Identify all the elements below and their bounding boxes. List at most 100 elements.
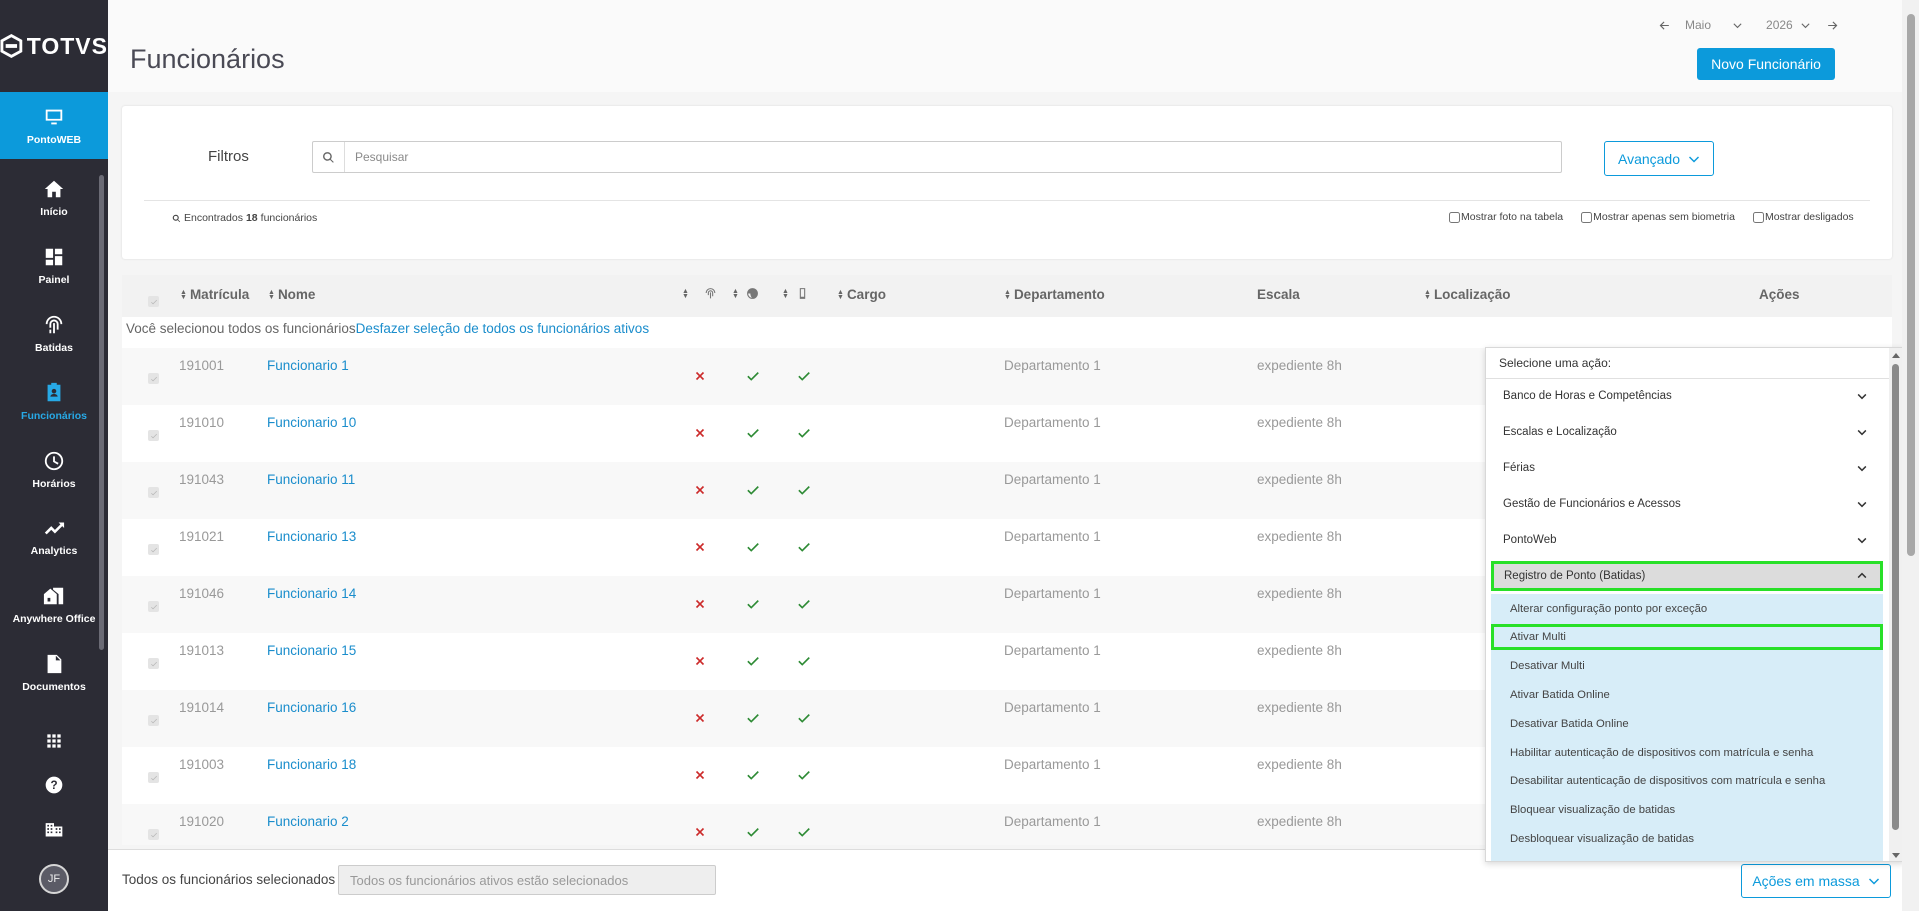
new-employee-button[interactable]: Novo Funcionário [1697,48,1835,80]
employee-name-link[interactable]: Funcionario 1 [267,358,349,373]
page-scrollbar[interactable] [1902,0,1919,911]
sidebar-item-inicio[interactable]: Início [0,164,108,231]
show-photo-checkbox[interactable] [1449,211,1460,223]
menu-scrollbar[interactable] [1889,348,1903,861]
show-dismissed-label: Mostrar desligados [1764,211,1854,223]
search-input[interactable] [345,143,1545,171]
column-cargo[interactable]: ▲ ▼ Cargo [837,287,886,302]
column-web[interactable]: ▲ ▼ [732,287,759,300]
company-button[interactable] [0,807,108,851]
column-nome[interactable]: ▲ ▼ Nome [268,287,315,302]
home-work-icon [43,587,64,604]
sort-icon: ▲ ▼ [732,287,739,300]
menu-group-label: Gestão de Funcionários e Acessos [1503,498,1681,510]
sidebar-item-painel[interactable]: Painel [0,232,108,299]
menu-item-habilitar-autenticacao[interactable]: Habilitar autenticação de dispositivos c… [1491,740,1883,766]
show-dismissed-checkbox[interactable] [1752,211,1764,223]
cell-escala: expediente 8h [1257,415,1342,430]
sidebar-item-batidas[interactable]: Batidas [0,300,108,367]
column-departamento[interactable]: ▲ ▼ Departamento [1004,287,1105,302]
scroll-up-icon[interactable] [1892,353,1900,358]
sidebar-item-horarios[interactable]: Horários [0,436,108,503]
sidebar-item-pontoweb[interactable]: PontoWEB [0,92,108,159]
column-localizacao[interactable]: ▲ ▼ Localização [1424,287,1510,302]
sidebar-scrollbar[interactable] [99,175,104,650]
show-dismissed-option[interactable]: Mostrar desligados [1752,211,1854,223]
totvs-logo[interactable]: TOTVS [0,0,108,92]
column-mobile[interactable]: ▲ ▼ [782,287,809,300]
sort-icon: ▲ ▼ [180,288,187,301]
employee-name-link[interactable]: Funcionario 10 [267,415,356,430]
apps-grid-button[interactable] [0,719,108,763]
row-checkbox[interactable] [148,430,159,441]
menu-scrollbar-thumb[interactable] [1892,364,1899,830]
avatar[interactable]: JF [39,864,69,894]
column-matricula[interactable]: ▲ ▼ Matrícula [180,287,249,302]
row-checkbox[interactable] [148,772,159,783]
advanced-filter-button[interactable]: Avançado [1604,141,1714,176]
row-checkbox[interactable] [148,829,159,840]
clock-icon [44,451,64,470]
menu-item-desativar-batida-online[interactable]: Desativar Batida Online [1491,711,1883,737]
search-box[interactable] [312,141,1562,173]
row-checkbox[interactable] [148,544,159,555]
arrow-left-icon[interactable] [1658,19,1671,32]
menu-item-bloquear-visualizacao[interactable]: Bloquear visualização de batidas [1491,797,1883,823]
menu-group-escalas[interactable]: Escalas e Localização [1491,415,1883,449]
menu-item-alterar-ponto-excecao[interactable]: Alterar configuração ponto por exceção [1491,596,1883,622]
row-checkbox[interactable] [148,658,159,669]
trending-icon [44,522,65,534]
row-checkbox[interactable] [148,715,159,726]
no-biometry-checkbox[interactable] [1581,211,1593,223]
employee-name-link[interactable]: Funcionario 11 [267,472,355,487]
menu-group-ferias[interactable]: Férias [1491,451,1883,485]
chevron-down-icon [1857,501,1867,508]
employee-name-link[interactable]: Funcionario 14 [267,586,356,601]
cell-departamento: Departamento 1 [1004,529,1101,544]
menu-item-desabilitar-autenticacao[interactable]: Desabilitar autenticação de dispositivos… [1491,768,1883,794]
menu-group-pontoweb[interactable]: PontoWeb [1491,523,1883,557]
arrow-right-icon[interactable] [1826,19,1839,32]
cell-escala: expediente 8h [1257,757,1342,772]
menu-group-banco-de-horas[interactable]: Banco de Horas e Competências [1491,379,1883,413]
sidebar-item-funcionarios[interactable]: Funcionários [0,368,108,435]
cell-matricula: 191003 [179,757,225,772]
menu-item-desbloquear-visualizacao[interactable]: Desbloquear visualização de batidas [1491,826,1883,852]
employee-name-link[interactable]: Funcionario 2 [267,814,349,829]
cell-escala: expediente 8h [1257,529,1342,544]
menu-item-ativar-batida-online[interactable]: Ativar Batida Online [1491,682,1883,708]
employee-name-link[interactable]: Funcionario 13 [267,529,356,544]
menu-item-ativar-multi[interactable]: Ativar Multi [1491,624,1883,650]
dashboard-icon [45,248,63,265]
no-biometry-option[interactable]: Mostrar apenas sem biometria [1581,211,1735,223]
menu-group-gestao[interactable]: Gestão de Funcionários e Acessos [1491,487,1883,521]
sidebar-item-label: Documentos [22,680,86,693]
select-all-checkbox[interactable] [148,296,159,307]
menu-item-desativar-multi[interactable]: Desativar Multi [1491,653,1883,679]
page-scrollbar-thumb[interactable] [1907,14,1915,556]
scroll-down-icon[interactable] [1892,853,1900,858]
employee-name-link[interactable]: Funcionario 16 [267,700,356,715]
employee-name-link[interactable]: Funcionario 15 [267,643,356,658]
year-select[interactable]: 2026 [1758,18,1820,32]
employee-name-link[interactable]: Funcionario 18 [267,757,356,772]
sidebar-item-analytics[interactable]: Analytics [0,503,108,570]
logo-text: TOTVS [26,32,108,59]
column-biometria[interactable]: ▲ ▼ [682,287,717,300]
row-checkbox[interactable] [148,601,159,612]
row-checkbox[interactable] [148,373,159,384]
month-select[interactable]: Maio [1677,18,1752,32]
undo-selection-link[interactable]: Desfazer seleção de todos os funcionário… [356,321,649,336]
row-checkbox[interactable] [148,487,159,498]
monitor-icon [45,109,63,124]
bulk-actions-button[interactable]: Ações em massa [1741,864,1891,898]
sidebar-item-anywhere-office[interactable]: Anywhere Office [0,571,108,638]
sidebar-item-documentos[interactable]: Documentos [0,639,108,706]
help-button[interactable]: ? [0,763,108,807]
user-menu[interactable]: JF [0,851,108,907]
column-escala[interactable]: Escala [1257,287,1300,302]
sidebar-bottom: ? JF [0,719,108,911]
cross-icon [695,428,705,438]
menu-group-registro-de-ponto[interactable]: Registro de Ponto (Batidas) [1491,561,1883,591]
show-photo-option[interactable]: Mostrar foto na tabela [1449,211,1563,223]
